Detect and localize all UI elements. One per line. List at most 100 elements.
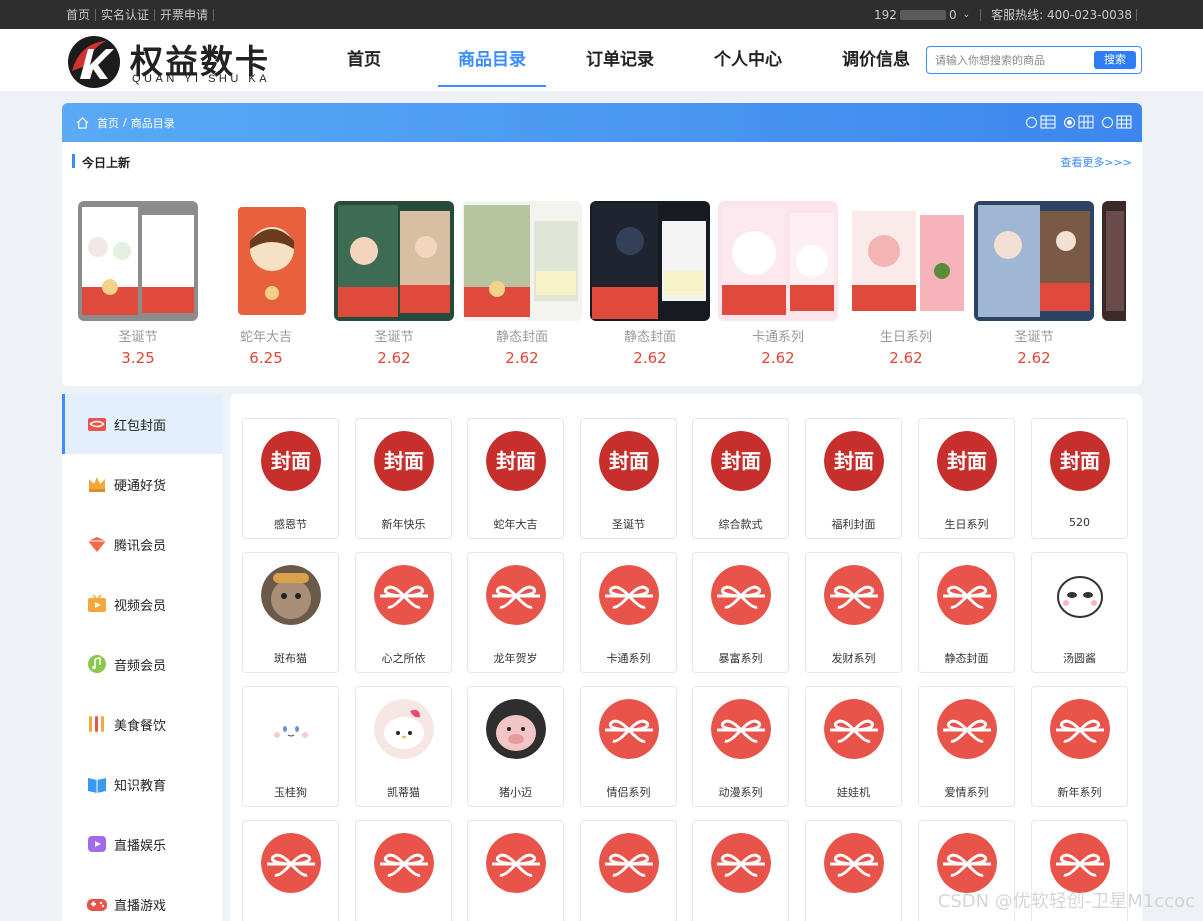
ribbon-bow-icon (937, 565, 997, 625)
product-tile[interactable] (242, 820, 339, 921)
product-tile[interactable]: 新年系列 (1031, 686, 1128, 807)
ribbon-bow-icon (374, 565, 434, 625)
crown-icon (89, 477, 105, 492)
ribbon-bow-icon (937, 699, 997, 759)
nav-orders[interactable]: 订单记录 (556, 29, 684, 91)
category-label: 知识教育 (114, 778, 167, 794)
product-tile[interactable]: 封面 圣诞节 (580, 418, 677, 539)
new-item-card[interactable]: 静态封面 2.62 (462, 201, 582, 367)
product-tile[interactable]: 封面 新年快乐 (355, 418, 452, 539)
product-tile[interactable]: 封面 生日系列 (918, 418, 1015, 539)
user-phone-menu[interactable]: 192 0 ⌄ (864, 8, 982, 21)
product-tile[interactable]: 封面 感恩节 (242, 418, 339, 539)
new-item-image[interactable] (462, 201, 582, 321)
product-tile[interactable]: 暴富系列 (692, 552, 789, 673)
product-tile[interactable]: 心之所依 (355, 552, 452, 673)
search-button[interactable]: 搜索 (1094, 51, 1136, 69)
grid-view-icon (1116, 115, 1132, 129)
new-item-card[interactable]: 蛇年大吉 6.25 (206, 201, 326, 367)
new-item-image[interactable] (846, 201, 966, 321)
new-item-name: 生日系列 (879, 330, 932, 345)
product-tile[interactable] (355, 820, 452, 921)
logo-mark-icon (68, 36, 120, 88)
new-item-image[interactable] (334, 201, 454, 321)
category-item[interactable]: 红包封面 (62, 394, 222, 454)
nav-home[interactable]: 首页 (300, 29, 428, 91)
new-item-card[interactable]: 生日系列 2.62 (846, 201, 966, 367)
product-tile[interactable]: 斑布猫 (242, 552, 339, 673)
category-item[interactable]: 美食餐饮 (62, 694, 222, 754)
product-tile[interactable]: 静态封面 (918, 552, 1015, 673)
category-item[interactable]: 视频会员 (62, 574, 222, 634)
category-label: 直播娱乐 (114, 838, 167, 854)
product-tile[interactable] (580, 820, 677, 921)
product-tile[interactable]: 情侣系列 (580, 686, 677, 807)
envelope-icon (88, 418, 106, 431)
new-item-image[interactable] (78, 201, 198, 321)
category-item[interactable]: 音频会员 (62, 634, 222, 694)
product-tile[interactable]: 汤圆酱 (1031, 552, 1128, 673)
search-input[interactable] (927, 47, 1087, 73)
ribbon-bow-icon (261, 833, 321, 893)
product-label: 情侣系列 (606, 786, 651, 799)
view-option-list[interactable] (1026, 115, 1056, 129)
new-item-image[interactable] (590, 201, 710, 321)
cover-badge-text: 封面 (721, 449, 761, 473)
product-label: 发财系列 (831, 652, 876, 665)
product-tile[interactable]: 凯蒂猫 (355, 686, 452, 807)
product-label: 福利封面 (831, 518, 876, 531)
product-tile[interactable]: 封面 蛇年大吉 (467, 418, 564, 539)
new-item-card[interactable]: 圣诞节 3.25 (78, 201, 198, 367)
category-label: 美食餐饮 (114, 718, 167, 734)
top-link-invoice[interactable]: 开票申请 (155, 8, 215, 21)
logo[interactable]: 权益数卡 QUAN YI SHU KA (66, 33, 276, 89)
view-radio-selected[interactable] (1064, 116, 1075, 128)
product-tile[interactable]: 龙年贺岁 (467, 552, 564, 673)
top-link-verify[interactable]: 实名认证 (96, 8, 156, 21)
category-item[interactable]: 硬通好货 (62, 454, 222, 514)
product-tile[interactable]: 娃娃机 (805, 686, 902, 807)
product-tile[interactable]: 猪小迈 (467, 686, 564, 807)
category-item[interactable]: 知识教育 (62, 754, 222, 814)
breadcrumb-home[interactable]: 首页 (97, 115, 119, 131)
new-item-card[interactable]: 圣诞节 2.62 (974, 201, 1094, 367)
new-item-image[interactable] (1102, 201, 1126, 321)
nav-price-info[interactable]: 调价信息 (812, 29, 940, 91)
today-new-carousel: 圣诞节 3.25 蛇年大吉 6.25 圣诞节 2.62 静态封面 2.62 静态封面 2.62 卡通… (78, 201, 1126, 371)
new-item-image[interactable] (718, 201, 838, 321)
product-label: 龙年贺岁 (493, 652, 538, 665)
product-label: 暴富系列 (718, 652, 763, 665)
product-tile[interactable] (467, 820, 564, 921)
product-tile[interactable]: 发财系列 (805, 552, 902, 673)
home-icon (76, 116, 89, 129)
product-tile[interactable]: 玉桂狗 (242, 686, 339, 807)
view-radio[interactable] (1026, 116, 1037, 128)
view-option-columns[interactable] (1064, 115, 1094, 129)
category-item[interactable]: 直播娱乐 (62, 814, 222, 874)
new-item-card[interactable]: 圣诞节 2.62 (334, 201, 454, 367)
new-item-image[interactable] (206, 201, 326, 321)
new-item-card[interactable]: 静态封面 2.62 (590, 201, 710, 367)
view-option-grid[interactable] (1102, 115, 1132, 129)
product-tile[interactable] (805, 820, 902, 921)
new-item-card[interactable]: 卡通系列 2.62 (718, 201, 838, 367)
product-tile[interactable]: 动漫系列 (692, 686, 789, 807)
product-tile[interactable]: 封面 综合款式 (692, 418, 789, 539)
category-item[interactable]: 腾讯会员 (62, 514, 222, 574)
category-item[interactable]: 直播游戏 (62, 874, 222, 921)
view-radio[interactable] (1102, 116, 1113, 128)
see-more-link[interactable]: 查看更多>>> (1060, 154, 1132, 170)
logo-subtitle: QUAN YI SHU KA (132, 73, 271, 85)
product-tile[interactable]: 卡通系列 (580, 552, 677, 673)
new-item-card-partial[interactable] (1102, 201, 1126, 321)
ribbon-bow-icon (1050, 699, 1110, 759)
product-tile[interactable] (692, 820, 789, 921)
top-link-home[interactable]: 首页 (66, 8, 97, 21)
product-tile[interactable]: 封面 520 (1031, 418, 1128, 539)
product-tile[interactable]: 爱情系列 (918, 686, 1015, 807)
nav-catalog[interactable]: 商品目录 (428, 29, 556, 91)
product-tile[interactable]: 封面 福利封面 (805, 418, 902, 539)
new-item-image[interactable] (974, 201, 1094, 321)
nav-profile[interactable]: 个人中心 (684, 29, 812, 91)
ribbon-bow-icon (937, 833, 997, 893)
